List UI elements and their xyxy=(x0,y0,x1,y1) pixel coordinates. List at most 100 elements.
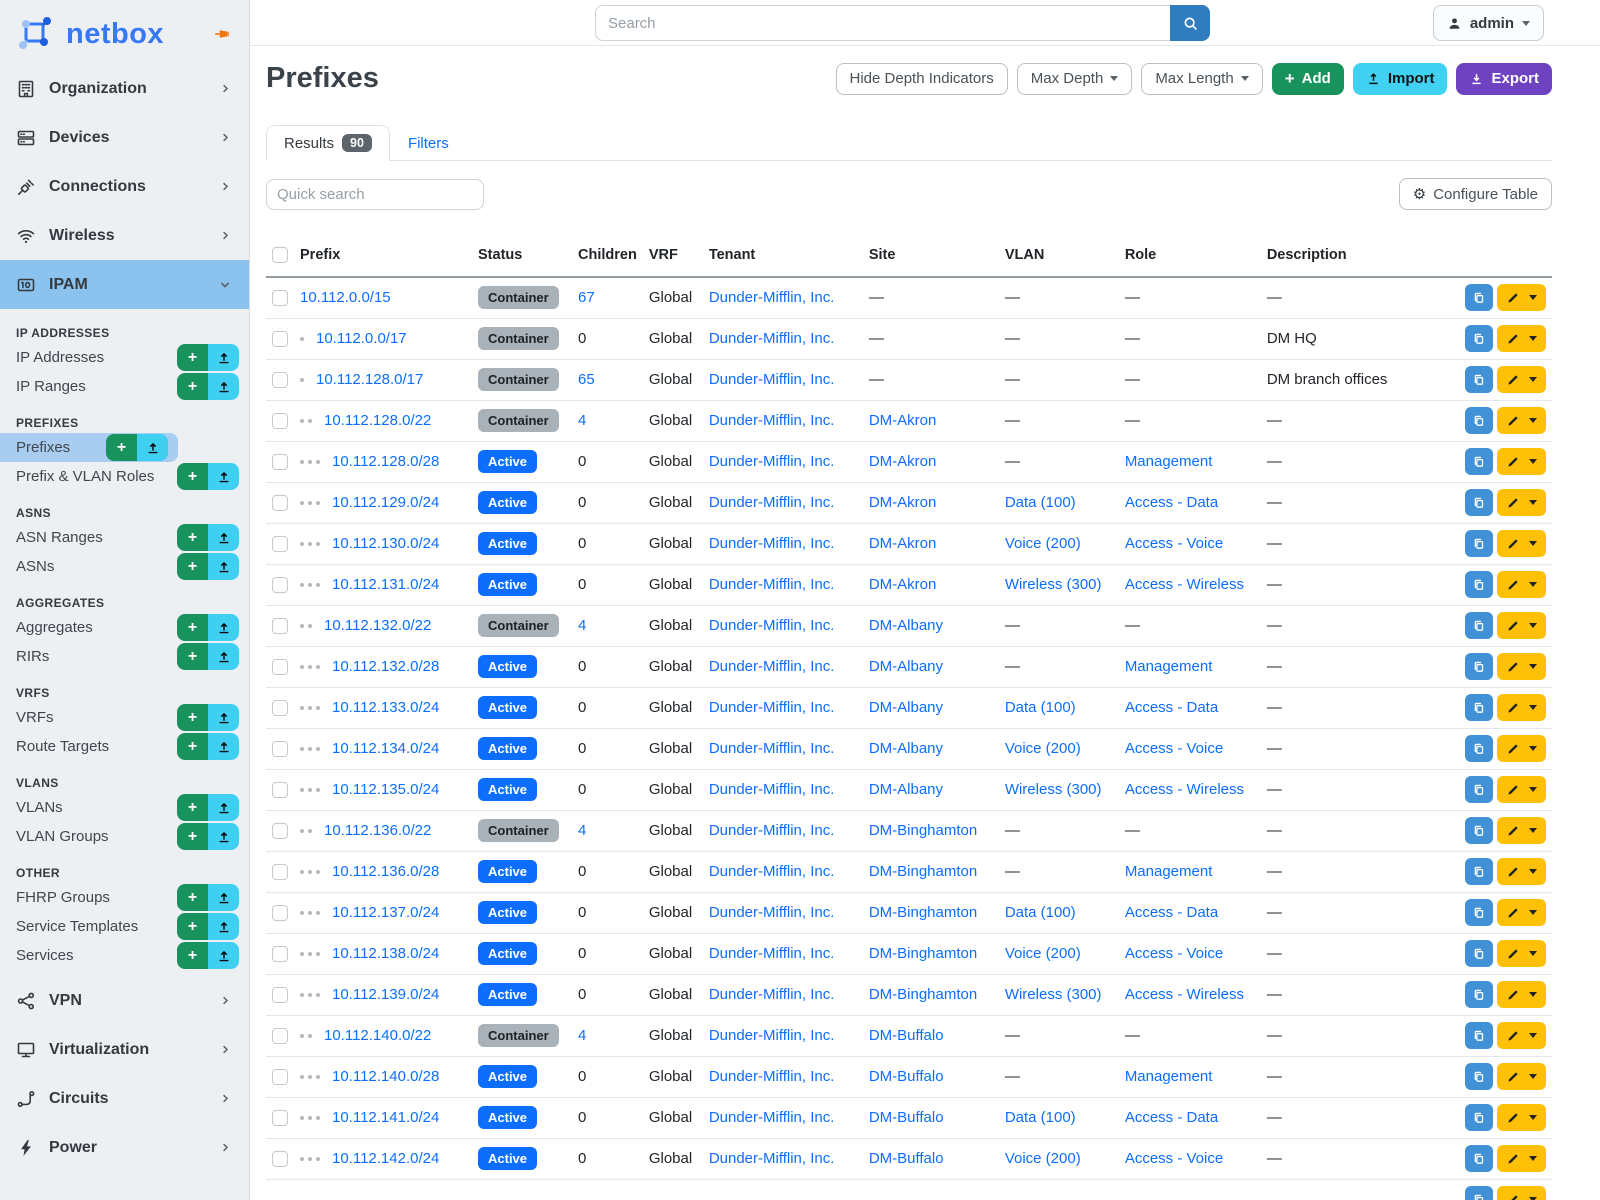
children-link[interactable]: 65 xyxy=(578,371,595,388)
prefix-link[interactable]: 10.112.141.0/24 xyxy=(332,1109,439,1126)
quick-add-button[interactable]: + xyxy=(177,553,208,580)
prefix-link[interactable]: 10.112.128.0/22 xyxy=(324,412,431,429)
edit-button[interactable] xyxy=(1497,653,1546,680)
sidebar-item-organization[interactable]: Organization xyxy=(0,64,249,113)
sidebar-item-ip-ranges[interactable]: IP Ranges+ xyxy=(0,372,249,401)
sidebar-item-wireless[interactable]: Wireless xyxy=(0,211,249,260)
quick-add-button[interactable]: + xyxy=(177,794,208,821)
edit-button[interactable] xyxy=(1497,1104,1546,1131)
clone-button[interactable] xyxy=(1465,530,1493,557)
sidebar-item-fhrp-groups[interactable]: FHRP Groups+ xyxy=(0,883,249,912)
role-link[interactable]: Access - Voice xyxy=(1125,535,1223,552)
prefix-link[interactable]: 10.112.135.0/24 xyxy=(332,781,439,798)
prefix-link[interactable]: 10.112.134.0/24 xyxy=(332,740,439,757)
edit-button[interactable] xyxy=(1497,530,1546,557)
edit-button[interactable] xyxy=(1497,448,1546,475)
sidebar-item-vlans[interactable]: VLANs+ xyxy=(0,793,249,822)
sidebar-item-aggregates[interactable]: Aggregates+ xyxy=(0,613,249,642)
row-checkbox[interactable] xyxy=(272,741,288,757)
role-link[interactable]: Management xyxy=(1125,863,1213,880)
quick-add-button[interactable]: + xyxy=(177,884,208,911)
tenant-link[interactable]: Dunder-Mifflin, Inc. xyxy=(709,822,835,839)
edit-button[interactable] xyxy=(1497,284,1546,311)
role-link[interactable]: Access - Data xyxy=(1125,699,1218,716)
clone-button[interactable] xyxy=(1465,981,1493,1008)
quick-add-button[interactable]: + xyxy=(177,733,208,760)
column-header-status[interactable]: Status xyxy=(472,234,572,277)
column-header-description[interactable]: Description xyxy=(1261,234,1429,277)
tenant-link[interactable]: Dunder-Mifflin, Inc. xyxy=(709,863,835,880)
quick-import-button[interactable] xyxy=(208,614,239,641)
role-link[interactable]: Access - Wireless xyxy=(1125,576,1244,593)
column-header-site[interactable]: Site xyxy=(863,234,999,277)
role-link[interactable]: Access - Wireless xyxy=(1125,986,1244,1003)
row-checkbox[interactable] xyxy=(272,372,288,388)
quick-add-button[interactable]: + xyxy=(177,373,208,400)
max-depth-dropdown[interactable]: Max Depth xyxy=(1017,63,1133,95)
edit-button[interactable] xyxy=(1497,1063,1546,1090)
tenant-link[interactable]: Dunder-Mifflin, Inc. xyxy=(709,494,835,511)
tenant-link[interactable]: Dunder-Mifflin, Inc. xyxy=(709,986,835,1003)
row-checkbox[interactable] xyxy=(272,946,288,962)
quick-add-button[interactable]: + xyxy=(177,524,208,551)
prefix-link[interactable]: 10.112.139.0/24 xyxy=(332,986,439,1003)
edit-button[interactable] xyxy=(1497,694,1546,721)
quick-import-button[interactable] xyxy=(208,463,239,490)
site-link[interactable]: DM-Akron xyxy=(869,576,937,593)
clone-button[interactable] xyxy=(1465,899,1493,926)
quick-add-button[interactable]: + xyxy=(106,434,137,461)
tenant-link[interactable]: Dunder-Mifflin, Inc. xyxy=(709,699,835,716)
edit-button[interactable] xyxy=(1497,1145,1546,1172)
sidebar-item-vpn[interactable]: VPN xyxy=(0,976,249,1025)
children-link[interactable]: 4 xyxy=(578,412,586,429)
role-link[interactable]: Access - Wireless xyxy=(1125,781,1244,798)
edit-button[interactable] xyxy=(1497,366,1546,393)
site-link[interactable]: DM-Albany xyxy=(869,617,943,634)
quick-add-button[interactable]: + xyxy=(177,614,208,641)
sidebar-item-asn-ranges[interactable]: ASN Ranges+ xyxy=(0,523,249,552)
prefix-link[interactable]: 10.112.138.0/24 xyxy=(332,945,439,962)
children-link[interactable]: 4 xyxy=(578,617,586,634)
tenant-link[interactable]: Dunder-Mifflin, Inc. xyxy=(709,658,835,675)
prefix-link[interactable]: 10.112.137.0/24 xyxy=(332,904,439,921)
column-header-tenant[interactable]: Tenant xyxy=(703,234,863,277)
quick-import-button[interactable] xyxy=(208,704,239,731)
sidebar-item-power[interactable]: Power xyxy=(0,1123,249,1172)
row-checkbox[interactable] xyxy=(272,536,288,552)
edit-button[interactable] xyxy=(1497,325,1546,352)
user-menu-button[interactable]: admin xyxy=(1433,5,1544,41)
vlan-link[interactable]: Voice (200) xyxy=(1005,945,1081,962)
sidebar-item-vrfs[interactable]: VRFs+ xyxy=(0,703,249,732)
sidebar-item-asns[interactable]: ASNs+ xyxy=(0,552,249,581)
site-link[interactable]: DM-Akron xyxy=(869,412,937,429)
vlan-link[interactable]: Voice (200) xyxy=(1005,1150,1081,1167)
row-checkbox[interactable] xyxy=(272,454,288,470)
edit-button[interactable] xyxy=(1497,858,1546,885)
quick-import-button[interactable] xyxy=(137,434,168,461)
row-checkbox[interactable] xyxy=(272,823,288,839)
row-checkbox[interactable] xyxy=(272,864,288,880)
tenant-link[interactable]: Dunder-Mifflin, Inc. xyxy=(709,453,835,470)
site-link[interactable]: DM-Binghamton xyxy=(869,822,977,839)
edit-button[interactable] xyxy=(1497,1186,1546,1200)
tenant-link[interactable]: Dunder-Mifflin, Inc. xyxy=(709,289,835,306)
row-checkbox[interactable] xyxy=(272,618,288,634)
row-checkbox[interactable] xyxy=(272,413,288,429)
edit-button[interactable] xyxy=(1497,1022,1546,1049)
row-checkbox[interactable] xyxy=(272,331,288,347)
tenant-link[interactable]: Dunder-Mifflin, Inc. xyxy=(709,617,835,634)
sidebar-item-services[interactable]: Services+ xyxy=(0,941,249,970)
sidebar-item-rirs[interactable]: RIRs+ xyxy=(0,642,249,671)
sidebar-item-service-templates[interactable]: Service Templates+ xyxy=(0,912,249,941)
tenant-link[interactable]: Dunder-Mifflin, Inc. xyxy=(709,1068,835,1085)
quick-import-button[interactable] xyxy=(208,884,239,911)
quick-import-button[interactable] xyxy=(208,913,239,940)
site-link[interactable]: DM-Albany xyxy=(869,658,943,675)
quick-search-input[interactable] xyxy=(266,179,484,210)
max-length-dropdown[interactable]: Max Length xyxy=(1141,63,1262,95)
site-link[interactable]: DM-Buffalo xyxy=(869,1109,944,1126)
quick-add-button[interactable]: + xyxy=(177,704,208,731)
sidebar-item-ipam[interactable]: IPAM xyxy=(0,260,249,309)
site-link[interactable]: DM-Binghamton xyxy=(869,904,977,921)
quick-add-button[interactable]: + xyxy=(177,344,208,371)
